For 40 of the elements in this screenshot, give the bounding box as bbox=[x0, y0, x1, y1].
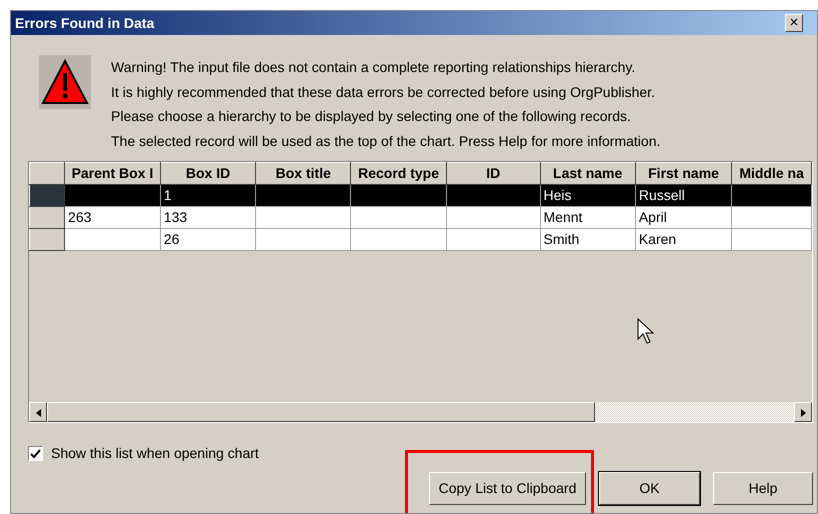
right-arrow-icon bbox=[800, 408, 806, 417]
column-header[interactable]: Box ID bbox=[160, 162, 256, 184]
table-cell: 263 bbox=[64, 206, 160, 228]
column-header[interactable]: Parent Box I bbox=[64, 162, 160, 184]
message-text: Please choose a hierarchy to be displayed by selecting one of the following records. bbox=[111, 107, 632, 126]
column-header[interactable]: Last name bbox=[540, 162, 636, 184]
dialog-button[interactable]: Copy List to Clipboard bbox=[429, 472, 586, 505]
table-cell: Heis bbox=[540, 184, 636, 206]
message-text: The selected record will be used as the top of the chart. Press Help for more information. bbox=[111, 132, 660, 151]
checkbox-label: Show this list when opening chart bbox=[51, 444, 259, 463]
table-cell: April bbox=[635, 206, 732, 228]
table-cell: Karen bbox=[635, 228, 732, 250]
column-header[interactable]: Box title bbox=[256, 162, 351, 184]
row-header[interactable] bbox=[30, 206, 65, 228]
dialog-button[interactable]: OK bbox=[599, 472, 700, 505]
dialog-button[interactable]: Help bbox=[713, 472, 813, 505]
horizontal-scrollbar[interactable] bbox=[29, 402, 812, 422]
row-header[interactable] bbox=[30, 228, 65, 250]
scroll-left-button[interactable] bbox=[29, 402, 47, 422]
scroll-right-button[interactable] bbox=[794, 402, 812, 422]
checkmark-icon bbox=[30, 448, 41, 458]
table-cell: 133 bbox=[160, 206, 256, 228]
checkbox[interactable] bbox=[28, 446, 43, 461]
scrollbar-thumb[interactable] bbox=[47, 402, 595, 422]
column-header[interactable]: First name bbox=[635, 162, 732, 184]
message-text: It is highly recommended that these data errors be corrected before using OrgPublisher. bbox=[111, 82, 656, 102]
mouse-cursor-icon bbox=[637, 318, 655, 345]
close-button[interactable]: × bbox=[785, 14, 803, 32]
table-cell: 26 bbox=[160, 228, 256, 250]
left-arrow-icon bbox=[36, 408, 40, 417]
table-cell: Russell bbox=[635, 184, 732, 206]
table-cell: Mennt bbox=[540, 206, 636, 228]
message-text: Warning! The input file does not contain a complete reporting relationships hierarchy. bbox=[111, 58, 636, 77]
table-cell: Smith bbox=[540, 228, 636, 250]
column-header[interactable]: Middle na bbox=[732, 162, 812, 184]
column-header[interactable]: Record type bbox=[350, 162, 446, 184]
column-header[interactable]: ID bbox=[446, 162, 540, 184]
window-title: Errors Found in Data bbox=[15, 14, 154, 32]
warning-icon bbox=[39, 55, 91, 109]
table-cell: 1 bbox=[160, 184, 256, 206]
